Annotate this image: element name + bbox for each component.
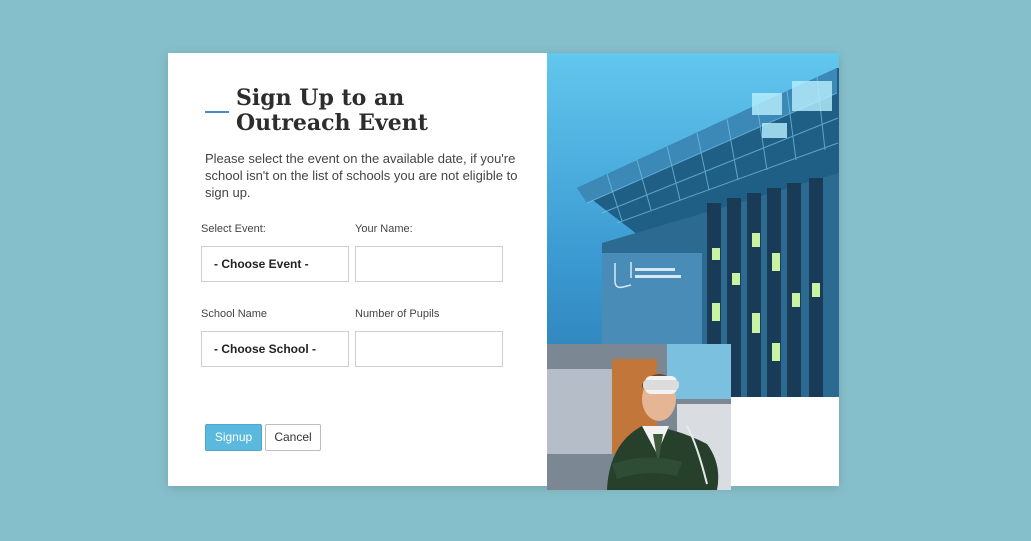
- your-name-input[interactable]: [355, 246, 503, 282]
- number-of-pupils-label: Number of Pupils: [355, 308, 440, 320]
- signup-card: Sign Up to an Outreach Event Please sele…: [168, 53, 839, 490]
- intro-text: Please select the event on the available…: [205, 151, 518, 200]
- student-illustration: [547, 344, 731, 490]
- your-name-label: Your Name:: [355, 223, 413, 235]
- signup-form: Sign Up to an Outreach Event Please sele…: [168, 53, 547, 486]
- signup-button[interactable]: Signup: [205, 424, 262, 451]
- event-select[interactable]: - Choose Event -: [201, 246, 349, 282]
- school-select[interactable]: - Choose School -: [201, 331, 349, 367]
- title-accent-line: [205, 111, 229, 113]
- select-event-label: Select Event:: [201, 223, 266, 235]
- number-of-pupils-input[interactable]: [355, 331, 503, 367]
- student-vr-headset-image: [547, 344, 731, 490]
- cancel-button[interactable]: Cancel: [265, 424, 321, 451]
- page-title: Sign Up to an Outreach Event: [236, 85, 428, 136]
- school-name-label: School Name: [201, 308, 268, 320]
